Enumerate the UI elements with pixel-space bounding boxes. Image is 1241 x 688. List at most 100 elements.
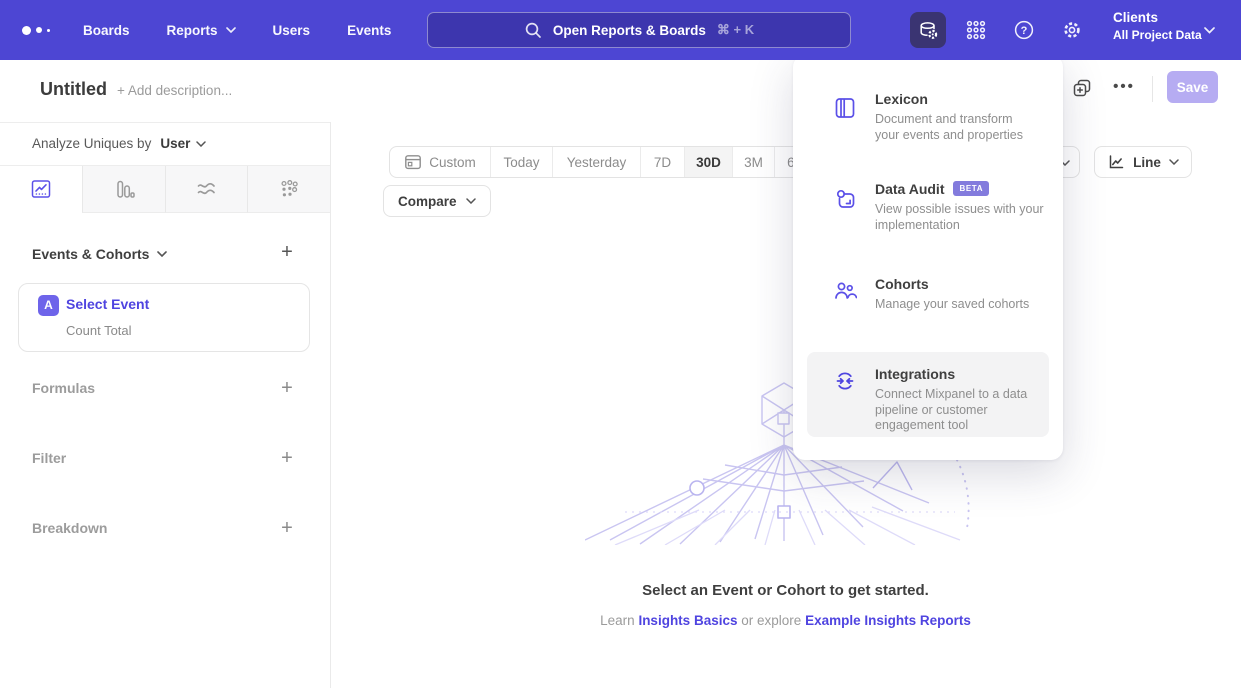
breakdown-section-header: Breakdown — [32, 520, 107, 536]
explore-text: or explore — [741, 613, 801, 628]
chevron-down-icon — [1169, 159, 1179, 165]
date-range-today[interactable]: Today — [490, 147, 552, 177]
date-range-label: Custom — [429, 155, 476, 170]
empty-state-subtitle: Learn Insights Basics or explore Example… — [330, 613, 1241, 628]
flow-tab-icon — [195, 178, 217, 200]
header-divider — [1152, 76, 1153, 102]
chevron-down-icon — [466, 198, 476, 204]
more-options-button[interactable]: ••• — [1112, 78, 1136, 98]
tab-flow-chart[interactable] — [165, 166, 248, 213]
search-icon — [524, 21, 542, 39]
tab-bar-chart[interactable] — [82, 166, 165, 213]
settings-button[interactable] — [1061, 19, 1083, 41]
menu-item-title: Lexicon — [875, 91, 1049, 107]
learn-text: Learn — [600, 613, 635, 628]
date-range-30d[interactable]: 30D — [684, 147, 732, 177]
top-navbar: Boards Reports Users Events Open Reports… — [0, 0, 1241, 60]
project-name: All Project Data — [1113, 28, 1202, 42]
bar-chart-tab-icon — [113, 178, 135, 200]
nav-item-events[interactable]: Events — [347, 23, 391, 38]
tab-line-chart[interactable] — [0, 166, 82, 213]
lexicon-book-icon — [833, 96, 857, 120]
nav-item-users[interactable]: Users — [273, 23, 311, 38]
duplicate-button[interactable] — [1072, 78, 1092, 98]
menu-item-title: Cohorts — [875, 276, 1049, 292]
line-chart-icon — [1107, 153, 1125, 171]
gear-icon — [1061, 19, 1083, 41]
nav-label: Events — [347, 23, 391, 38]
data-management-button[interactable] — [910, 12, 946, 48]
nav-label: Reports — [167, 23, 218, 38]
count-total-selector[interactable]: Count Total — [66, 323, 132, 338]
events-cohorts-header[interactable]: Events & Cohorts — [32, 246, 167, 262]
compare-dropdown[interactable]: Compare — [383, 185, 491, 217]
help-button[interactable]: ? — [1013, 19, 1035, 41]
add-event-button[interactable]: + — [276, 242, 298, 262]
menu-item-title: Integrations — [875, 366, 1049, 382]
formulas-section-header: Formulas — [32, 380, 95, 396]
filter-section-header: Filter — [32, 450, 66, 466]
analyze-uniques-control[interactable]: Analyze Uniques by User — [32, 136, 206, 151]
apps-grid-button[interactable] — [965, 19, 987, 41]
menu-item-description: Document and transform your events and p… — [875, 112, 1037, 143]
beta-badge: BETA — [953, 181, 989, 196]
series-badge: A — [38, 295, 59, 316]
chevron-down-icon — [1204, 27, 1215, 34]
date-range-7d[interactable]: 7D — [640, 147, 684, 177]
chevron-down-icon — [196, 141, 206, 147]
duplicate-icon — [1072, 78, 1092, 98]
primary-nav: Boards Reports Users Events — [83, 0, 391, 60]
date-range-label: Yesterday — [567, 155, 627, 170]
menu-item-title: Data Audit — [875, 181, 944, 197]
date-range-3m[interactable]: 3M — [732, 147, 774, 177]
compare-label: Compare — [398, 194, 457, 209]
add-formula-button[interactable]: + — [276, 378, 298, 398]
add-breakdown-button[interactable]: + — [276, 518, 298, 538]
menu-item-cohorts[interactable]: Cohorts Manage your saved cohorts — [807, 276, 1049, 313]
sidebar-divider — [330, 122, 331, 688]
add-filter-button[interactable]: + — [276, 448, 298, 468]
nav-item-boards[interactable]: Boards — [83, 23, 130, 38]
menu-item-integrations[interactable]: Integrations Connect Mixpanel to a data … — [807, 352, 1049, 437]
menu-item-description: View possible issues with your implement… — [875, 202, 1057, 233]
nav-label: Users — [273, 23, 311, 38]
apps-grid-icon — [965, 19, 987, 41]
scatter-tab-icon — [278, 178, 300, 200]
integrations-sync-icon — [833, 369, 857, 393]
menu-item-lexicon[interactable]: Lexicon Document and transform your even… — [807, 91, 1049, 143]
menu-item-data-audit[interactable]: Data Audit BETA View possible issues wit… — [807, 181, 1049, 233]
global-search-input[interactable]: Open Reports & Boards ⌘ + K — [427, 12, 851, 48]
menu-item-description: Manage your saved cohorts — [875, 297, 1049, 313]
date-range-label: 3M — [744, 155, 763, 170]
analyze-value: User — [160, 136, 190, 151]
chart-style-dropdown[interactable]: Line — [1094, 146, 1192, 178]
event-card[interactable]: A Select Event Count Total — [18, 283, 310, 352]
example-reports-link[interactable]: Example Insights Reports — [805, 613, 971, 628]
search-placeholder: Open Reports & Boards — [553, 23, 706, 38]
nav-item-reports[interactable]: Reports — [167, 23, 236, 38]
line-chart-tab-icon — [30, 178, 52, 200]
report-title[interactable]: Untitled — [40, 79, 107, 100]
chart-style-label: Line — [1133, 155, 1161, 170]
chevron-down-icon — [226, 27, 236, 33]
cohorts-people-icon — [833, 278, 857, 302]
add-description-field[interactable]: + Add description... — [117, 83, 232, 98]
project-switcher[interactable]: Clients All Project Data — [1113, 10, 1202, 42]
search-shortcut: ⌘ + K — [717, 22, 754, 38]
svg-text:?: ? — [1021, 25, 1028, 37]
save-button[interactable]: Save — [1167, 71, 1218, 103]
data-management-menu: Lexicon Document and transform your even… — [793, 55, 1063, 460]
insights-basics-link[interactable]: Insights Basics — [638, 613, 737, 628]
mixpanel-logo-icon[interactable] — [22, 0, 50, 60]
date-range-custom[interactable]: Custom — [390, 147, 490, 177]
data-audit-icon — [833, 187, 857, 211]
date-range-yesterday[interactable]: Yesterday — [552, 147, 640, 177]
tab-scatter-chart[interactable] — [247, 166, 330, 213]
nav-label: Boards — [83, 23, 130, 38]
events-cohorts-label: Events & Cohorts — [32, 246, 149, 262]
sidebar-top-border — [0, 122, 330, 123]
analyze-label: Analyze Uniques by — [32, 136, 151, 151]
chart-type-tabs — [0, 165, 330, 213]
select-event-button[interactable]: Select Event — [66, 296, 149, 312]
org-name: Clients — [1113, 10, 1202, 25]
